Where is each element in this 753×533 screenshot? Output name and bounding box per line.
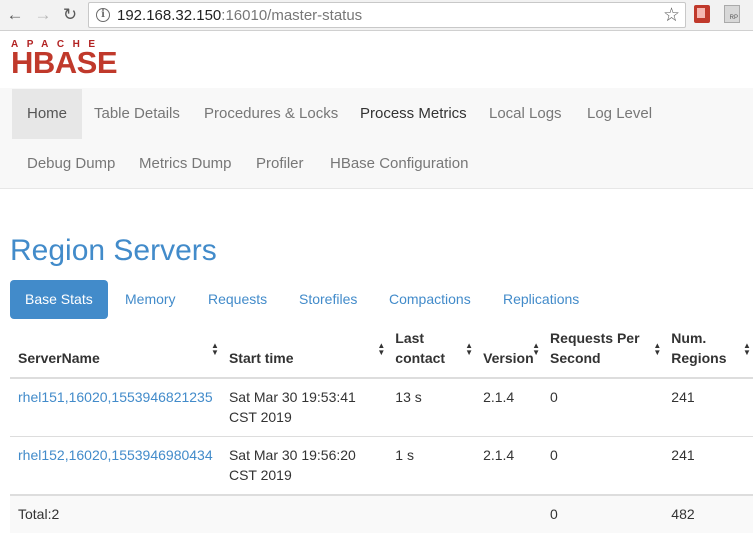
column-header-version[interactable]: Version ▲ ▼ xyxy=(475,322,543,379)
region-servers-title: Region Servers xyxy=(10,234,217,267)
main-navbar: Home Table Details Procedures & Locks Pr… xyxy=(0,88,753,189)
tab-base-stats[interactable]: Base Stats xyxy=(10,280,108,319)
reload-icon[interactable]: ↻ xyxy=(59,4,81,26)
tab-memory[interactable]: Memory xyxy=(110,280,191,319)
num-regions-cell: 241 xyxy=(663,436,753,495)
total-label-cell: Total:2 xyxy=(10,494,221,533)
sort-icon[interactable]: ▲ ▼ xyxy=(532,341,540,356)
total-empty-cell xyxy=(475,494,543,533)
back-icon[interactable]: ← xyxy=(4,4,26,26)
hbase-logo[interactable]: APACHE HBASE xyxy=(11,40,151,80)
nav-log-level[interactable]: Log Level xyxy=(572,89,667,139)
start-time-cell: Sat Mar 30 19:53:41 CST 2019 xyxy=(220,377,388,437)
sort-icon[interactable]: ▲ ▼ xyxy=(377,341,385,356)
server-name-cell[interactable]: rhel152,16020,1553946980434 xyxy=(10,436,221,495)
total-empty-cell xyxy=(220,494,388,533)
column-header-start-time[interactable]: Start time ▲ ▼ xyxy=(220,322,388,379)
address-bar[interactable]: i 192.168.32.150:16010/master-status ☆ xyxy=(88,2,686,28)
extension-rp-icon[interactable]: RP xyxy=(724,5,740,23)
nav-home[interactable]: Home xyxy=(12,89,83,139)
sort-icon[interactable]: ▲ ▼ xyxy=(653,341,661,356)
server-link[interactable]: rhel152,16020,1553946980434 xyxy=(18,447,213,463)
tab-storefiles[interactable]: Storefiles xyxy=(284,280,372,319)
nav-table-details[interactable]: Table Details xyxy=(79,89,195,139)
server-link[interactable]: rhel151,16020,1553946821235 xyxy=(18,389,213,405)
total-regions-cell: 482 xyxy=(663,494,753,533)
requests-cell: 0 xyxy=(542,377,664,437)
total-requests-cell: 0 xyxy=(542,494,664,533)
table-row: rhel151,16020,1553946821235 Sat Mar 30 1… xyxy=(10,377,753,437)
num-regions-cell: 241 xyxy=(663,377,753,437)
column-header-requests-per-second[interactable]: Requests Per Second ▲ ▼ xyxy=(542,322,664,379)
extension-book-icon[interactable] xyxy=(694,5,710,23)
forward-icon[interactable]: → xyxy=(32,4,54,26)
nav-debug-dump[interactable]: Debug Dump xyxy=(12,139,130,189)
table-row: rhel152,16020,1553946980434 Sat Mar 30 1… xyxy=(10,436,753,495)
nav-local-logs[interactable]: Local Logs xyxy=(474,89,577,139)
tab-compactions[interactable]: Compactions xyxy=(374,280,486,319)
url-text[interactable]: 192.168.32.150:16010/master-status xyxy=(117,7,362,24)
column-header-servername[interactable]: ServerName ▲ ▼ xyxy=(10,322,221,379)
requests-cell: 0 xyxy=(542,436,664,495)
tab-replications[interactable]: Replications xyxy=(488,280,594,319)
logo-hbase-text: HBASE xyxy=(11,45,118,80)
nav-process-metrics[interactable]: Process Metrics xyxy=(345,89,482,139)
server-name-cell[interactable]: rhel151,16020,1553946821235 xyxy=(10,377,221,437)
table-total-row: Total:2 0 482 xyxy=(10,494,753,533)
browser-toolbar: ← → ↻ i 192.168.32.150:16010/master-stat… xyxy=(0,0,753,31)
start-time-cell: Sat Mar 30 19:56:20 CST 2019 xyxy=(220,436,388,495)
sort-icon[interactable]: ▲ ▼ xyxy=(465,341,473,356)
nav-hbase-configuration[interactable]: HBase Configuration xyxy=(315,139,483,189)
sort-icon[interactable]: ▲ ▼ xyxy=(743,341,751,356)
last-contact-cell: 1 s xyxy=(387,436,476,495)
nav-procedures-locks[interactable]: Procedures & Locks xyxy=(189,89,353,139)
nav-profiler[interactable]: Profiler xyxy=(241,139,319,189)
nav-metrics-dump[interactable]: Metrics Dump xyxy=(124,139,247,189)
version-cell: 2.1.4 xyxy=(475,377,543,437)
bookmark-star-icon[interactable]: ☆ xyxy=(663,4,680,27)
site-info-icon[interactable]: i xyxy=(96,8,110,22)
sort-icon[interactable]: ▲ ▼ xyxy=(211,341,219,356)
tab-requests[interactable]: Requests xyxy=(193,280,282,319)
last-contact-cell: 13 s xyxy=(387,377,476,437)
table-header-row: ServerName ▲ ▼ Start time ▲ ▼ Last contact ▲ ▼… xyxy=(10,322,753,379)
version-cell: 2.1.4 xyxy=(475,436,543,495)
column-header-num-regions[interactable]: Num. Regions ▲ ▼ xyxy=(663,322,753,379)
total-empty-cell xyxy=(387,494,476,533)
column-header-last-contact[interactable]: Last contact ▲ ▼ xyxy=(387,322,476,379)
region-servers-table: ServerName ▲ ▼ Start time ▲ ▼ Last contact ▲ ▼… xyxy=(10,322,753,533)
